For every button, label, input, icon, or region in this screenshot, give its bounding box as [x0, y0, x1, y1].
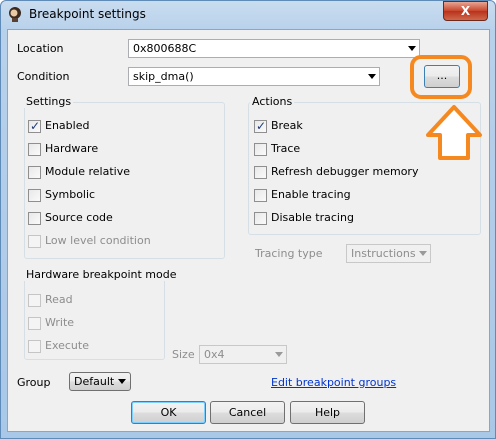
settings-label: Source code [45, 211, 113, 224]
hw_mode-checkbox[interactable] [28, 317, 41, 330]
actions-item[interactable]: Trace [254, 142, 444, 158]
size-label: Size [172, 348, 195, 361]
hw-mode-group-title: Hardware breakpoint mode [24, 268, 179, 281]
actions-label: Trace [271, 142, 301, 155]
actions-item[interactable]: Refresh debugger memory [254, 165, 444, 181]
actions-checkbox[interactable] [254, 143, 267, 156]
location-label: Location [17, 42, 64, 55]
size-value: 0x4 [204, 348, 225, 361]
settings-checkbox[interactable] [28, 143, 41, 156]
hw_mode-label: Execute [45, 339, 89, 352]
settings-label: Low level condition [45, 234, 151, 247]
settings-checkbox[interactable] [28, 119, 41, 133]
actions-group-title: Actions [250, 95, 295, 108]
tracing-type-label: Tracing type [255, 247, 323, 260]
location-combo[interactable]: 0x800688C [128, 39, 420, 58]
size-combo[interactable]: 0x4 [199, 345, 287, 364]
chevron-down-icon[interactable] [118, 379, 126, 384]
tracing-type-value: Instructions [351, 247, 416, 260]
hw_mode-checkbox[interactable] [28, 340, 41, 353]
tracing-type-combo[interactable]: Instructions [346, 244, 431, 263]
actions-checkbox[interactable] [254, 189, 267, 202]
close-button[interactable]: X [443, 1, 488, 21]
settings-checkbox[interactable] [28, 212, 41, 225]
actions-item[interactable]: Break [254, 119, 444, 135]
actions-checkbox[interactable] [254, 166, 267, 179]
condition-value: skip_dma() [133, 70, 194, 83]
chevron-down-icon[interactable] [368, 74, 376, 79]
chevron-down-icon[interactable] [408, 46, 416, 51]
settings-label: Enabled [45, 119, 90, 132]
ok-button[interactable]: OK [131, 401, 206, 424]
window-title: Breakpoint settings [29, 7, 146, 21]
edit-groups-link[interactable]: Edit breakpoint groups [271, 376, 396, 389]
title-bar[interactable]: Breakpoint settings X [0, 0, 496, 28]
chevron-down-icon[interactable] [275, 352, 283, 357]
hw_mode-label: Write [45, 316, 75, 329]
settings-group-title: Settings [24, 95, 74, 108]
settings-item[interactable]: Source code [28, 211, 218, 227]
actions-checkbox[interactable] [254, 119, 267, 133]
hw_mode-item[interactable]: Read [28, 293, 218, 309]
chevron-down-icon[interactable] [419, 251, 427, 256]
settings-item[interactable]: Low level condition [28, 234, 218, 250]
condition-combo[interactable]: skip_dma() [128, 67, 380, 86]
settings-checkbox[interactable] [28, 189, 41, 202]
actions-checkbox[interactable] [254, 212, 267, 225]
actions-item[interactable]: Disable tracing [254, 211, 444, 227]
actions-label: Disable tracing [271, 211, 354, 224]
actions-label: Break [271, 119, 303, 132]
actions-label: Refresh debugger memory [271, 165, 419, 178]
settings-checkbox[interactable] [28, 235, 41, 248]
settings-label: Symbolic [45, 188, 96, 201]
settings-item[interactable]: Hardware [28, 142, 218, 158]
actions-item[interactable]: Enable tracing [254, 188, 444, 204]
settings-label: Module relative [45, 165, 130, 178]
settings-item[interactable]: Module relative [28, 165, 218, 181]
group-combo[interactable]: Default [69, 372, 131, 391]
settings-checkbox[interactable] [28, 166, 41, 179]
settings-item[interactable]: Enabled [28, 119, 218, 135]
group-label: Group [17, 376, 51, 389]
actions-label: Enable tracing [271, 188, 351, 201]
settings-label: Hardware [45, 142, 99, 155]
hw_mode-label: Read [45, 293, 73, 306]
hw_mode-item[interactable]: Write [28, 316, 218, 332]
condition-browse-button[interactable]: ... [424, 65, 460, 88]
condition-label: Condition [17, 70, 70, 83]
settings-item[interactable]: Symbolic [28, 188, 218, 204]
hw_mode-checkbox[interactable] [28, 294, 41, 307]
location-value: 0x800688C [133, 42, 197, 55]
app-icon [9, 7, 21, 22]
cancel-button[interactable]: Cancel [210, 401, 285, 424]
group-value: Default [74, 375, 115, 388]
help-button[interactable]: Help [290, 401, 365, 424]
